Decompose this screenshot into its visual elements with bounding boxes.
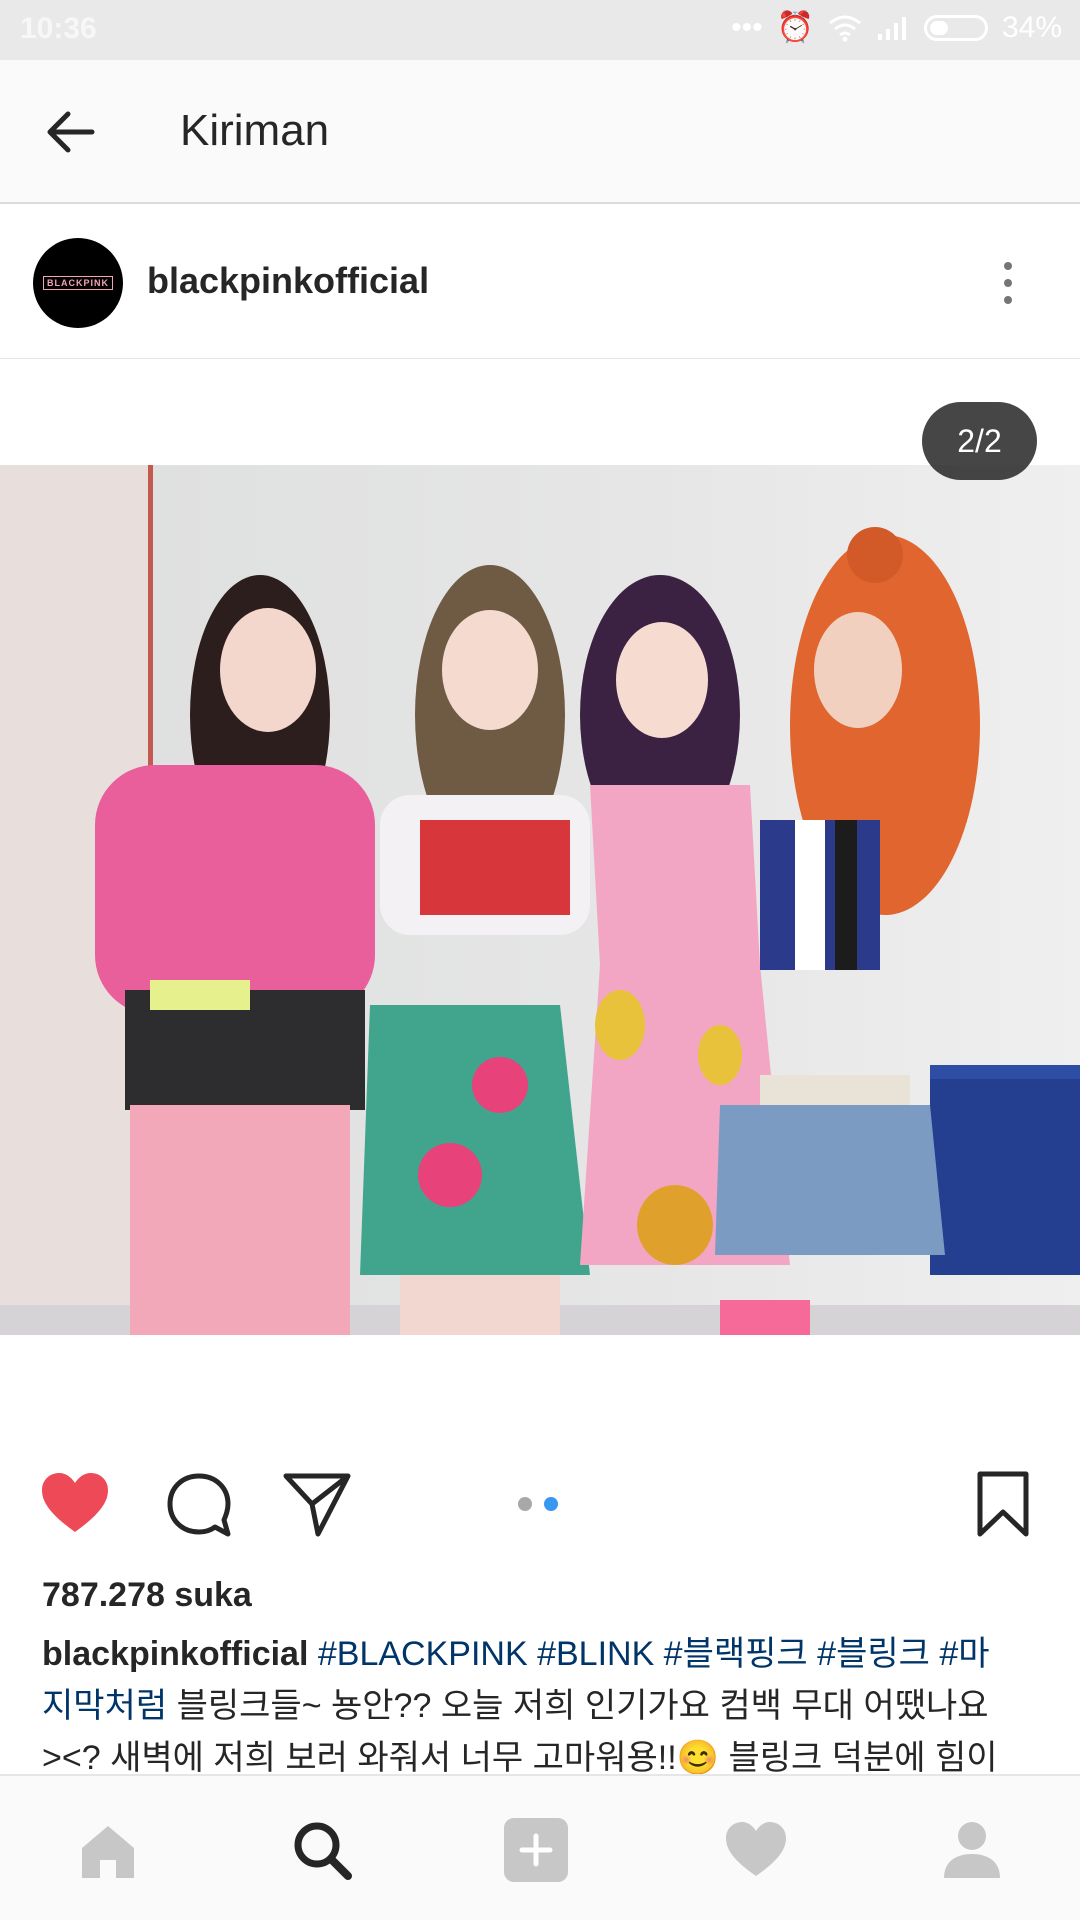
comment-icon[interactable]	[164, 1470, 234, 1540]
bookmark-icon[interactable]	[968, 1470, 1038, 1540]
caption-text-line2: 블링크들~ 뇽안?? 오늘 저희 인기가요 컴백 무대 어땠나요	[167, 1687, 989, 1725]
more-dots-icon: •••	[731, 10, 763, 44]
carousel-dot-1	[518, 1497, 532, 1511]
app-bar: Kiriman	[0, 60, 1080, 204]
caption-text-line3: ><? 새벽에 저희 보러 와줘서 너무 고마워용!!😊 블링크 덕분에 힘이	[42, 1739, 998, 1777]
post-username[interactable]: blackpinkofficial	[147, 260, 429, 302]
more-options-icon[interactable]	[988, 258, 1028, 308]
post-caption: blackpinkofficial #BLACKPINK #BLINK #블랙핑…	[42, 1628, 1042, 1784]
profile-icon[interactable]	[940, 1818, 1004, 1882]
search-icon[interactable]	[290, 1818, 354, 1882]
likes-count[interactable]: 787.278 suka	[42, 1576, 252, 1615]
photo-illustration	[0, 465, 1080, 1335]
signal-icon	[877, 16, 906, 40]
caption-hashtags[interactable]: #BLACKPINK #BLINK #블랙핑크 #블링크 #마	[318, 1635, 990, 1673]
caption-hashtag-continued[interactable]: 지막처럼	[42, 1687, 167, 1725]
caption-username[interactable]: blackpinkofficial	[42, 1635, 308, 1673]
media-counter-badge: 2/2	[922, 402, 1037, 480]
arrow-left-icon[interactable]	[40, 100, 104, 164]
heart-filled-icon[interactable]	[40, 1470, 110, 1540]
wifi-icon	[829, 15, 861, 41]
carousel-indicator	[518, 1497, 558, 1511]
post-header: BLACKPINK blackpinkofficial	[0, 206, 1080, 359]
battery-icon	[923, 14, 988, 41]
battery-percent: 34%	[1001, 10, 1062, 44]
share-icon[interactable]	[282, 1470, 352, 1540]
add-icon[interactable]	[504, 1818, 568, 1882]
avatar[interactable]: BLACKPINK	[33, 238, 123, 328]
alarm-icon: ⏰	[776, 11, 814, 44]
page-title: Kiriman	[180, 106, 330, 155]
status-bar: 10:36 ••• ⏰ 34%	[0, 0, 1080, 60]
avatar-logo: BLACKPINK	[43, 276, 113, 290]
status-time: 10:36	[20, 12, 97, 45]
bottom-navigation	[0, 1774, 1080, 1920]
carousel-dot-2-active	[544, 1497, 558, 1511]
status-icons: ••• ⏰ 34%	[731, 10, 1062, 45]
heart-icon[interactable]	[724, 1818, 788, 1882]
post-photo[interactable]	[0, 465, 1080, 1335]
home-icon[interactable]	[76, 1818, 140, 1882]
